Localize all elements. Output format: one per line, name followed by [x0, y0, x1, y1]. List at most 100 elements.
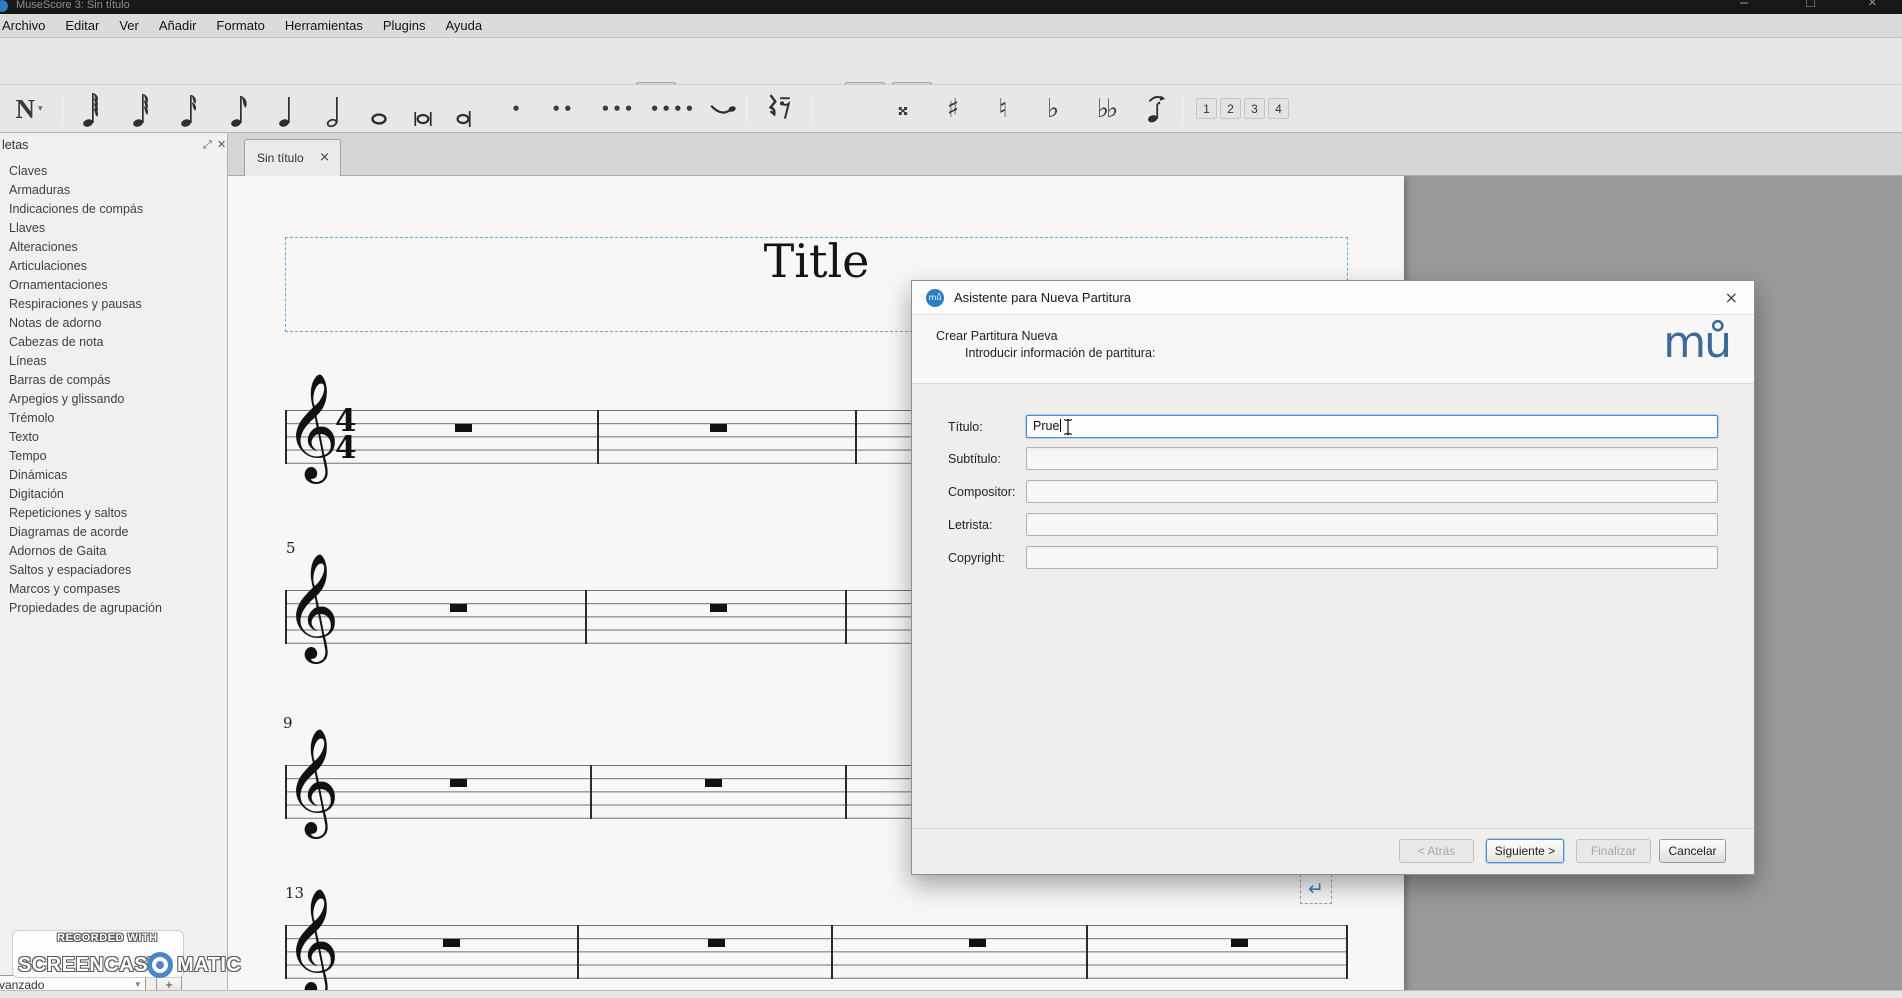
whole-rest[interactable] [450, 779, 467, 787]
palette-item-barras[interactable]: Barras de compás [0, 371, 227, 390]
palette-item-diagramas[interactable]: Diagramas de acorde [0, 523, 227, 542]
triple-dot-button[interactable]: ••• [596, 92, 640, 126]
dot-button[interactable]: • [500, 92, 534, 126]
menu-ayuda[interactable]: Ayuda [436, 18, 493, 33]
close-window-button[interactable]: × [1868, 0, 1877, 11]
palette-item-armaduras[interactable]: Armaduras [0, 181, 227, 200]
palette-item-digitacion[interactable]: Digitación [0, 485, 227, 504]
double-dot-button[interactable]: •• [546, 92, 580, 126]
whole-rest[interactable] [710, 604, 727, 612]
finish-button[interactable]: Finalizar [1576, 839, 1651, 863]
whole-rest[interactable] [710, 424, 727, 432]
palette-float-icon[interactable]: ⤢ [203, 138, 212, 152]
tab-sin-titulo[interactable]: Sin título × [244, 139, 341, 176]
rest-button[interactable] [756, 92, 800, 126]
note-breve-button[interactable] [406, 92, 440, 126]
double-sharp-button[interactable]: 𝄪 [886, 92, 920, 126]
back-button[interactable]: < Atrás [1399, 839, 1474, 863]
flat-icon: ♭ [1047, 96, 1059, 122]
palette-item-repeticiones[interactable]: Repeticiones y saltos [0, 504, 227, 523]
natural-button[interactable]: ♮ [986, 92, 1020, 126]
dialog-close-icon[interactable]: × [1725, 288, 1738, 307]
note-eighth-button[interactable] [222, 92, 256, 126]
cancel-button[interactable]: Cancelar [1659, 839, 1726, 863]
whole-rest[interactable] [450, 604, 467, 612]
note-32nd-button[interactable] [124, 92, 158, 126]
voice-1-button[interactable]: 1 [1196, 98, 1217, 119]
system-break-icon[interactable]: ↵ [1300, 874, 1332, 904]
note-input-dropdown-arrow[interactable]: ▾ [38, 104, 43, 114]
staff-system-4[interactable]: 𝄞 [285, 925, 1348, 978]
palette-item-ornamentaciones[interactable]: Ornamentaciones [0, 276, 227, 295]
palette-item-saltos[interactable]: Saltos y espaciadores [0, 561, 227, 580]
note-16th-icon [178, 89, 200, 129]
time-signature-denominator: 4 [335, 433, 357, 464]
menu-archivo[interactable]: Archivo [0, 18, 55, 33]
menu-plugins[interactable]: Plugins [373, 18, 436, 33]
menu-herramientas[interactable]: Herramientas [275, 18, 373, 33]
treble-clef-icon: 𝄞 [285, 560, 339, 652]
double-sharp-icon: 𝄪 [898, 98, 908, 120]
palette-item-indicaciones[interactable]: Indicaciones de compás [0, 200, 227, 219]
palette-item-notas-adorno[interactable]: Notas de adorno [0, 314, 227, 333]
status-bar [0, 990, 1902, 998]
main-toolbar: ↶ ↷ 100% ▾ Vista de página ▾ [0, 38, 1902, 85]
subtitulo-field[interactable] [1026, 447, 1718, 470]
palette-item-llaves[interactable]: Llaves [0, 219, 227, 238]
window-titlebar: MuseScore 3: Sin título – □ × [0, 0, 1902, 14]
compositor-field[interactable] [1026, 480, 1718, 503]
palette-item-tempo[interactable]: Tempo [0, 447, 227, 466]
note-breve-icon [411, 89, 435, 129]
copyright-field[interactable] [1026, 546, 1718, 569]
menu-formato[interactable]: Formato [206, 18, 274, 33]
tie-button[interactable] [706, 92, 740, 126]
double-flat-button[interactable]: ♭♭ [1086, 92, 1126, 126]
whole-rest[interactable] [708, 939, 725, 947]
palette-item-adornos-gaita[interactable]: Adornos de Gaita [0, 542, 227, 561]
whole-rest[interactable] [705, 779, 722, 787]
menu-anadir[interactable]: Añadir [149, 18, 207, 33]
palette-item-lineas[interactable]: Líneas [0, 352, 227, 371]
quadruple-dot-button[interactable]: •••• [648, 92, 698, 126]
titulo-value: Prue [1033, 419, 1059, 433]
letrista-field[interactable] [1026, 513, 1718, 536]
next-button[interactable]: Siguiente > [1486, 839, 1564, 863]
note-input-mode-button[interactable]: N ▾ [6, 92, 52, 126]
whole-rest[interactable] [969, 939, 986, 947]
palette-item-alteraciones[interactable]: Alteraciones [0, 238, 227, 257]
voice-4-button[interactable]: 4 [1268, 98, 1289, 119]
palette-close-icon[interactable]: ✕ [217, 138, 226, 151]
palette-item-arpegios[interactable]: Arpegios y glissando [0, 390, 227, 409]
treble-clef-icon: 𝄞 [285, 380, 339, 472]
minimize-button[interactable]: – [1740, 0, 1748, 11]
palette-item-propiedades[interactable]: Propiedades de agrupación [0, 599, 227, 618]
sharp-button[interactable]: ♯ [936, 92, 970, 126]
flat-button[interactable]: ♭ [1036, 92, 1070, 126]
maximize-button[interactable]: □ [1806, 0, 1815, 11]
palette-item-marcos[interactable]: Marcos y compases [0, 580, 227, 599]
voice-2-button[interactable]: 2 [1220, 98, 1241, 119]
tab-close-icon[interactable]: × [319, 150, 330, 165]
note-half-button[interactable] [318, 92, 352, 126]
palette-item-dinamicas[interactable]: Dinámicas [0, 466, 227, 485]
note-64th-button[interactable] [74, 92, 108, 126]
flip-direction-button[interactable] [1140, 92, 1174, 126]
dialog-titlebar[interactable]: mů Asistente para Nueva Partitura × [912, 281, 1754, 315]
palette-item-articulaciones[interactable]: Articulaciones [0, 257, 227, 276]
palette-item-texto[interactable]: Texto [0, 428, 227, 447]
palette-item-cabezas[interactable]: Cabezas de nota [0, 333, 227, 352]
note-16th-button[interactable] [172, 92, 206, 126]
whole-rest[interactable] [455, 424, 472, 432]
note-longa-button[interactable] [448, 92, 482, 126]
menu-ver[interactable]: Ver [109, 18, 149, 33]
voice-3-button[interactable]: 3 [1244, 98, 1265, 119]
note-whole-button[interactable] [362, 92, 396, 126]
menu-editar[interactable]: Editar [55, 18, 109, 33]
palette-item-respiraciones[interactable]: Respiraciones y pausas [0, 295, 227, 314]
whole-rest[interactable] [1231, 939, 1248, 947]
titulo-field[interactable]: Prue [1026, 415, 1718, 438]
note-quarter-button[interactable] [270, 92, 304, 126]
palette-item-claves[interactable]: Claves [0, 162, 227, 181]
whole-rest[interactable] [443, 939, 460, 947]
palette-item-tremolo[interactable]: Trémolo [0, 409, 227, 428]
